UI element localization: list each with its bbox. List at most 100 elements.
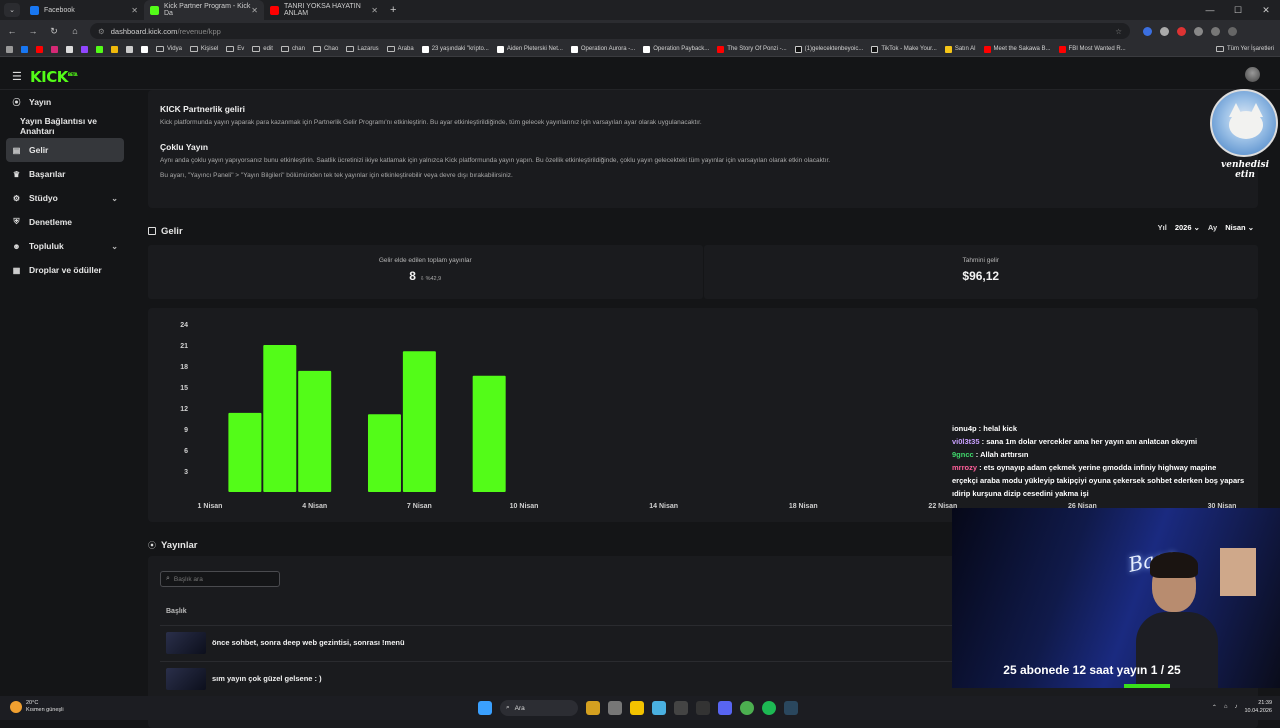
search-box[interactable]: ⌕ (160, 571, 280, 587)
sidebar-item-gelir[interactable]: ▤ Gelir (6, 138, 124, 162)
bookmark-folder-lazarus[interactable]: Lazarus (346, 46, 379, 52)
bookmark-folder-araba[interactable]: Araba (386, 46, 414, 52)
bookmark-link[interactable]: TikTok - Make Your... (871, 45, 937, 53)
bookmark-instagram-icon[interactable] (51, 45, 58, 53)
bookmark-apps-icon[interactable] (6, 45, 13, 53)
hamburger-menu-icon[interactable]: ☰ (12, 70, 22, 83)
bookmark-facebook-icon[interactable] (21, 45, 28, 53)
tab-youtube[interactable]: TANRI YOKSA HAYATIN ANLAM ✕ (264, 0, 384, 20)
sidebar-item-basarilar[interactable]: ♛ Başarılar (0, 162, 130, 186)
weather-widget[interactable]: 20°C Kısmen güneşli (10, 700, 64, 714)
bookmark-pinterest-icon[interactable] (141, 45, 148, 53)
clock[interactable]: 21:39 10.04.2026 (1244, 699, 1272, 715)
tab-facebook[interactable]: Facebook ✕ (24, 0, 144, 20)
bookmark-link[interactable]: (1)gelecektenbeyoic... (794, 45, 863, 53)
home-icon[interactable]: ⌂ (69, 26, 81, 36)
close-window-icon[interactable]: ✕ (1252, 0, 1280, 20)
extension-icon[interactable] (1160, 26, 1169, 36)
year-select[interactable]: 2026 ⌄ (1175, 223, 1200, 232)
bookmark-folder-edit[interactable]: edit (252, 46, 273, 52)
chevron-down-icon[interactable]: ⌄ (111, 194, 118, 203)
close-icon[interactable]: ✕ (371, 6, 378, 15)
bookmark-folder-chao[interactable]: Chao (312, 46, 338, 52)
bookmark-link[interactable]: Operation Payback... (643, 45, 709, 53)
bookmark-link[interactable]: Operation Aurora -... (570, 45, 635, 53)
chrome-icon[interactable] (740, 701, 754, 715)
extension-icon[interactable] (1177, 26, 1186, 36)
minimize-icon[interactable]: — (1196, 0, 1224, 20)
sidebar-item-topluluk[interactable]: ☻ Topluluk ⌄ (0, 234, 130, 258)
bookmark-link[interactable]: FBI Most Wanted R... (1058, 45, 1126, 53)
bookmark-star-icon[interactable]: ☆ (1115, 27, 1122, 36)
start-icon[interactable] (478, 701, 492, 715)
chart-bar[interactable] (263, 345, 297, 492)
chart-bar[interactable] (298, 370, 332, 492)
bookmark-binance-icon[interactable] (111, 45, 118, 53)
tab-list-button[interactable]: ⌄ (4, 3, 20, 17)
back-icon[interactable]: ← (6, 26, 18, 36)
task-view-icon[interactable] (608, 701, 622, 715)
chart-bar[interactable] (228, 412, 262, 492)
bookmark-x-icon[interactable] (66, 45, 73, 53)
search-input[interactable] (173, 575, 269, 583)
tab-kick[interactable]: Kick Partner Program - Kick Da ✕ (144, 0, 264, 20)
app-icon[interactable] (652, 701, 666, 715)
menu-icon[interactable] (1228, 26, 1237, 36)
app-icon[interactable] (586, 701, 600, 715)
sidebar-item-droplar[interactable]: ▦ Droplar ve ödüller (0, 258, 130, 282)
stream-title: önce sohbet, sonra deep web gezintisi, s… (212, 638, 405, 647)
network-icon[interactable]: ⌂ (1224, 704, 1228, 710)
gift-icon: ▦ (12, 265, 21, 275)
url-field[interactable]: ⚙ dashboard.kick.com/revenue/kpp ☆ (90, 23, 1130, 39)
kick-logo[interactable]: KICKBETA (30, 68, 78, 86)
reload-icon[interactable]: ↻ (48, 26, 60, 37)
tray-chevron-icon[interactable]: ⌃ (1212, 704, 1217, 711)
new-tab-button[interactable]: + (390, 4, 396, 16)
bookmark-link[interactable]: Meet the Sakawa B... (983, 45, 1051, 53)
bookmarks-bar: Vidya Kişisel Ev edit chan Chao Lazarus … (0, 42, 1280, 57)
sidebar-item-studyo[interactable]: ⚙ Stüdyo ⌄ (0, 186, 130, 210)
bookmark-folder-kisisel[interactable]: Kişisel (189, 46, 218, 52)
close-icon[interactable]: ✕ (251, 6, 258, 15)
bookmark-kick-icon[interactable] (96, 45, 103, 53)
extension-icon[interactable] (1194, 26, 1203, 36)
file-explorer-icon[interactable] (630, 701, 644, 715)
month-select[interactable]: Nisan ⌄ (1225, 223, 1254, 232)
all-bookmarks[interactable]: Tüm Yer İşaretleri (1215, 46, 1274, 52)
sidebar-item-yayin[interactable]: ⦿ Yayın (0, 90, 130, 114)
chart-bar[interactable] (402, 351, 436, 492)
chart-bar[interactable] (472, 375, 506, 492)
discord-icon[interactable] (718, 701, 732, 715)
app-icon[interactable] (696, 701, 710, 715)
site-info-icon[interactable]: ⚙ (98, 27, 105, 36)
maximize-icon[interactable]: ☐ (1224, 0, 1252, 20)
chevron-down-icon[interactable]: ⌄ (111, 242, 118, 251)
volume-icon[interactable]: ♪ (1234, 704, 1237, 710)
app-icon[interactable] (674, 701, 688, 715)
spotify-icon[interactable] (762, 701, 776, 715)
chat-message: mrrozy : ets oynayıp adam çekmek yerine … (952, 463, 1280, 472)
bookmark-link[interactable]: The Story Of Ponzi -... (717, 45, 787, 53)
bookmark-link[interactable]: 23 yaşındaki "kripto... (421, 45, 489, 53)
extension-icon[interactable] (1143, 26, 1152, 36)
multistream-text: Aynı anda çoklu yayın yapıyorsanız bunu … (160, 157, 831, 164)
bookmark-twitch-icon[interactable] (81, 45, 88, 53)
user-avatar[interactable] (1245, 67, 1260, 82)
bookmark-folder-ev[interactable]: Ev (226, 46, 244, 52)
total-streams-value: 8 ⇩%42,9 (409, 269, 442, 283)
bookmark-youtube-icon[interactable] (36, 45, 43, 53)
chart-bar[interactable] (367, 414, 401, 492)
profile-icon[interactable] (1211, 26, 1220, 36)
bookmark-link[interactable]: Satın Al (944, 45, 976, 53)
bookmark-link[interactable]: Aiden Pleterski Net... (496, 45, 563, 53)
sidebar-item-denetleme[interactable]: ⛨ Denetleme (0, 210, 130, 234)
sidebar-item-stream-key[interactable]: Yayın Bağlantısı ve Anahtarı (0, 114, 130, 138)
close-icon[interactable]: ✕ (131, 6, 138, 15)
steam-icon[interactable] (784, 701, 798, 715)
bookmark-folder-vidya[interactable]: Vidya (156, 46, 182, 52)
forward-icon[interactable]: → (27, 26, 39, 36)
streams-title: Yayınlar (161, 540, 198, 551)
bookmark-folder-chan[interactable]: chan (280, 46, 305, 52)
taskbar-search[interactable]: ⌕ Ara (500, 700, 578, 716)
bookmark-mail-icon[interactable] (126, 45, 133, 53)
